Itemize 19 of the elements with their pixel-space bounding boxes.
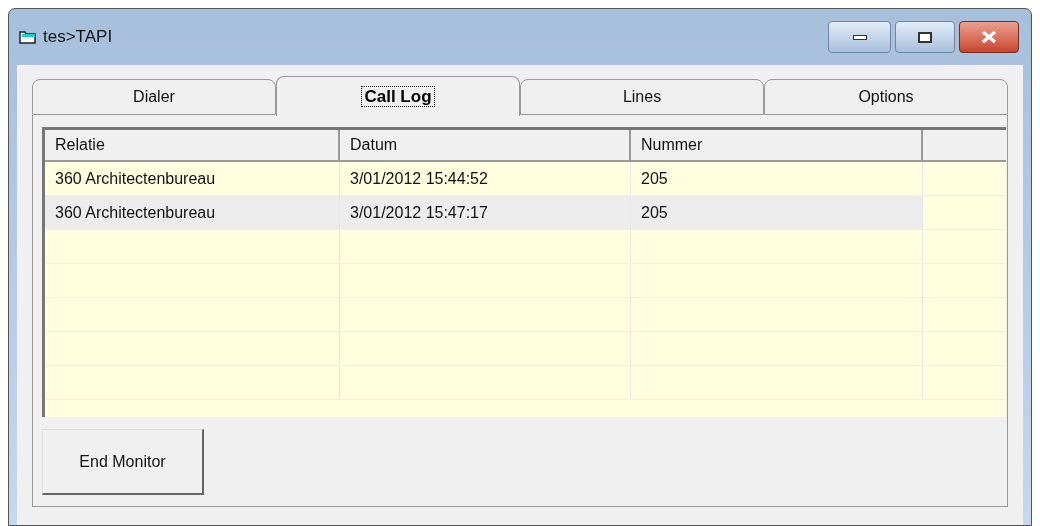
table-cell: 360 Architectenbureau xyxy=(45,162,340,195)
column-header[interactable]: Relatie xyxy=(45,130,340,160)
table-row[interactable]: 360 Architectenbureau 3/01/2012 15:47:17 205 xyxy=(45,196,1006,230)
column-header[interactable]: Nummer xyxy=(631,130,923,160)
tab[interactable]: Options xyxy=(764,79,1008,115)
end-monitor-button[interactable]: End Monitor xyxy=(42,429,204,495)
folder-icon xyxy=(19,29,37,45)
close-button[interactable] xyxy=(959,21,1019,53)
table-cell: 3/01/2012 15:44:52 xyxy=(340,162,631,195)
maximize-button[interactable] xyxy=(895,21,955,53)
tab[interactable]: Call Log xyxy=(276,76,520,116)
window-title: tes>TAPI xyxy=(43,26,113,49)
tab[interactable]: Lines xyxy=(520,79,764,115)
column-header[interactable]: Datum xyxy=(340,130,631,160)
close-icon xyxy=(980,30,998,44)
table-cell: 360 Architectenbureau xyxy=(45,196,340,229)
table-cell: 3/01/2012 15:47:17 xyxy=(340,196,631,229)
tab[interactable]: Dialer xyxy=(32,79,276,115)
table-row[interactable]: 360 Architectenbureau 3/01/2012 15:44:52 205 xyxy=(45,162,1006,196)
